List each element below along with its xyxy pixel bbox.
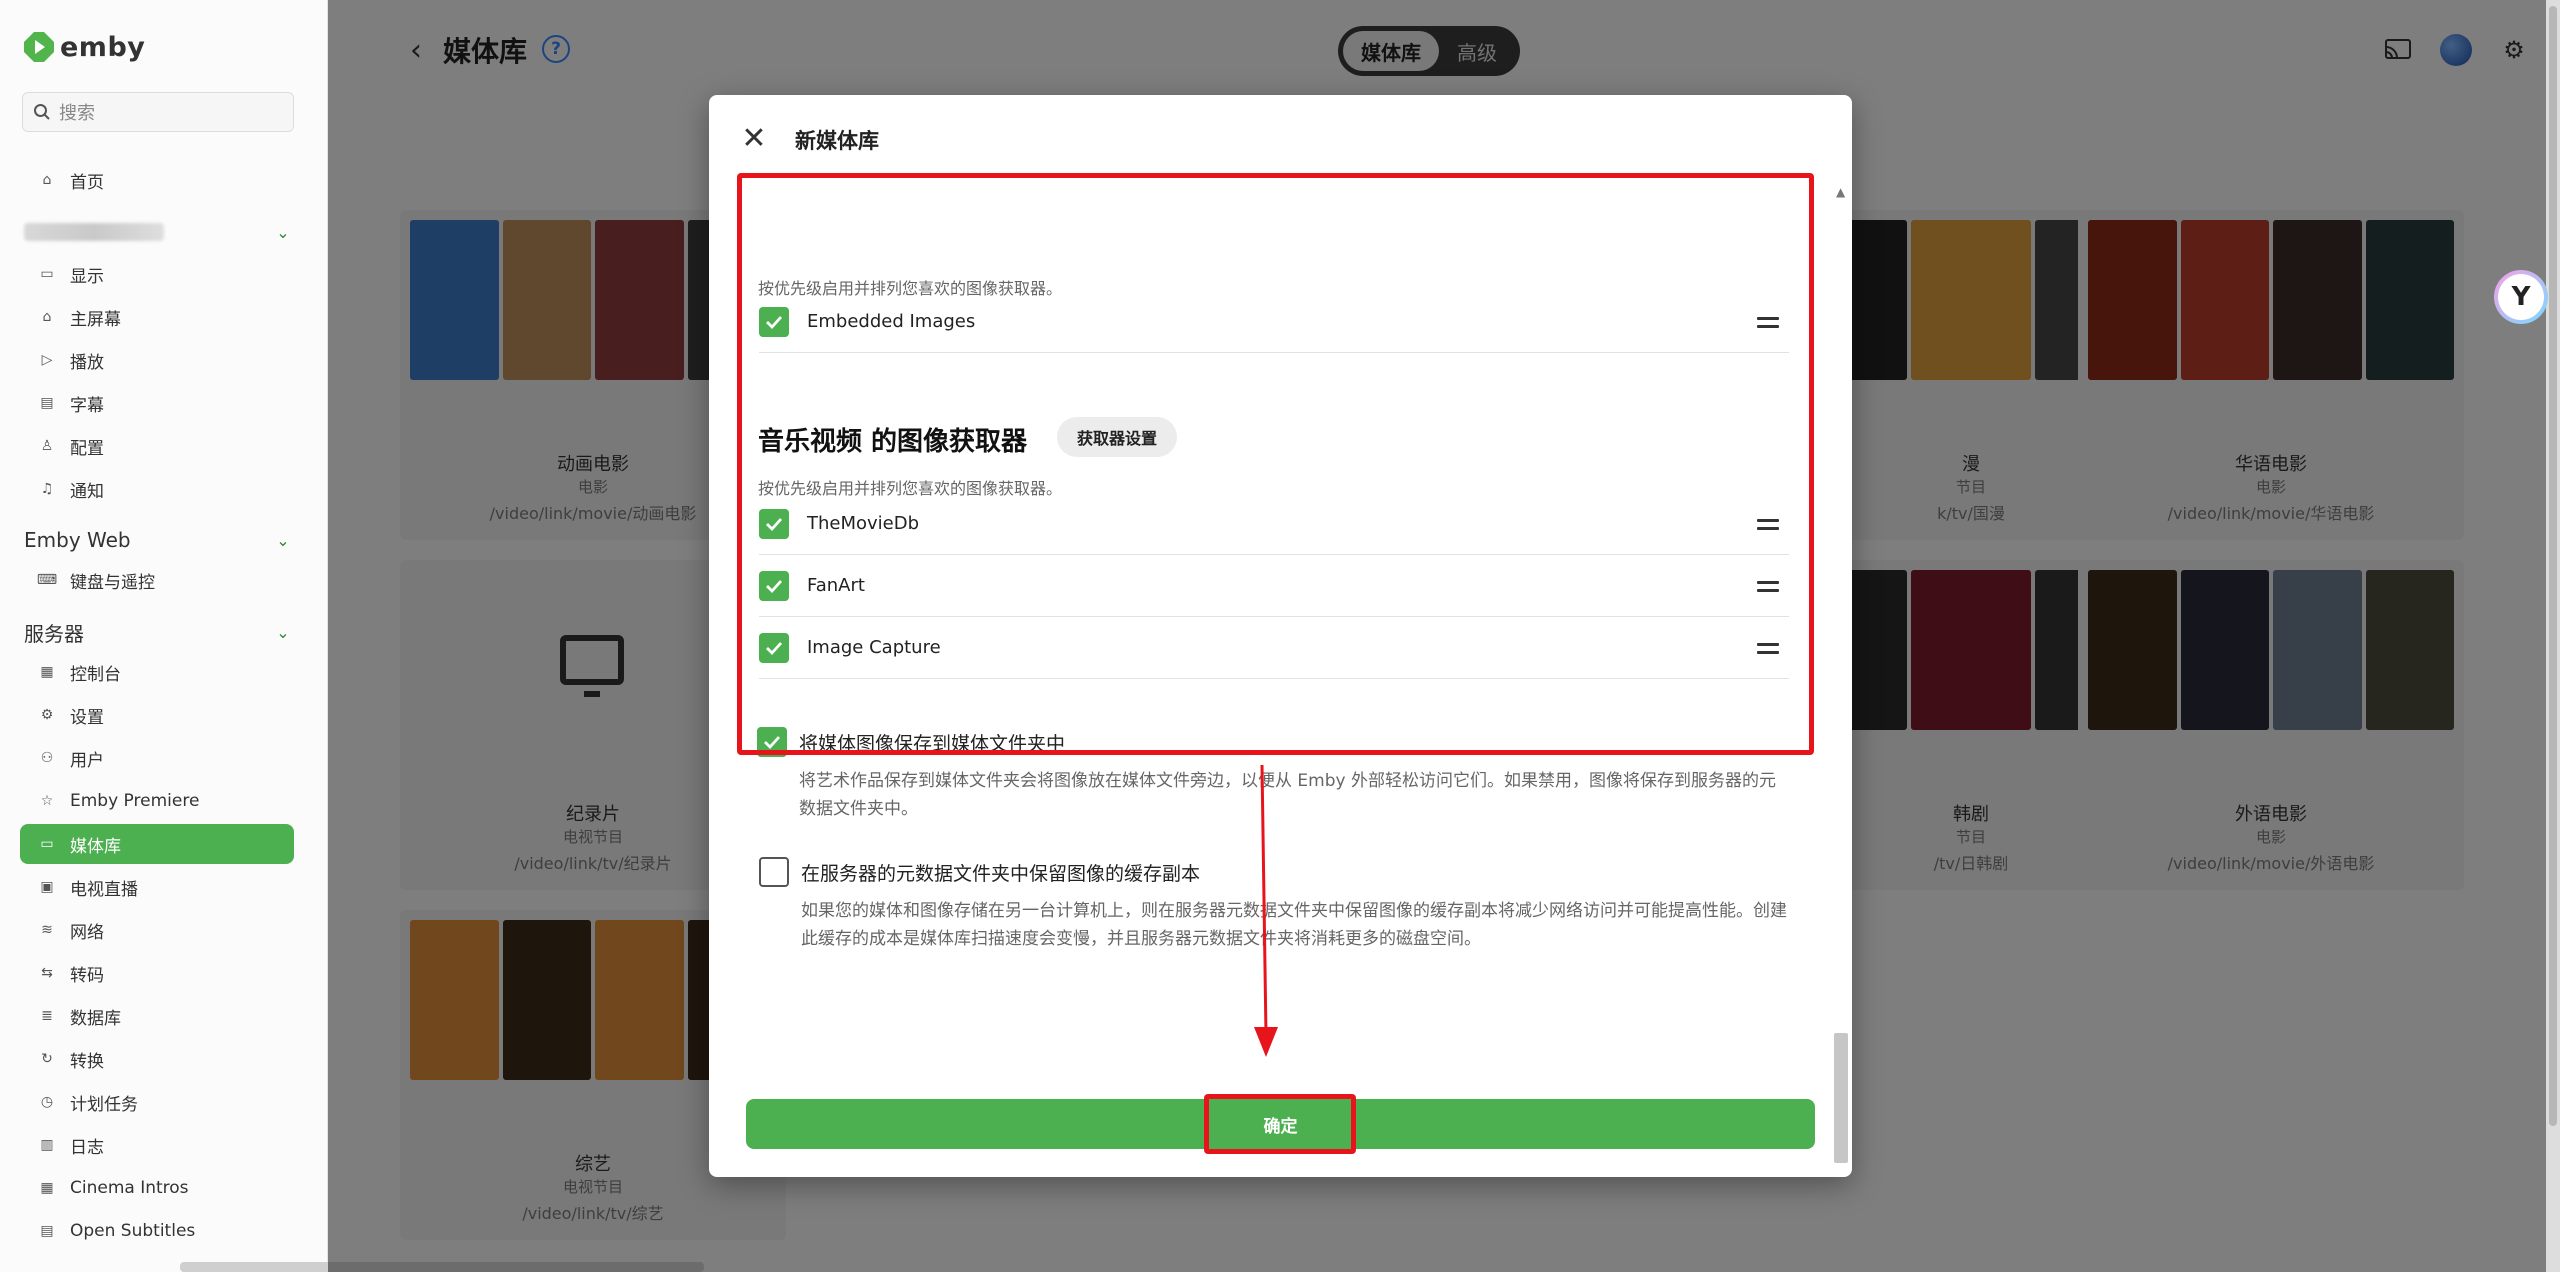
section-label: 服务器 xyxy=(24,621,84,646)
database-icon: ≣ xyxy=(41,1008,53,1024)
sidebar-item[interactable]: ≣ 数据库 xyxy=(20,996,294,1036)
chevron-down-icon: ⌄ xyxy=(276,222,290,242)
cache-copy-checkbox[interactable] xyxy=(759,857,789,887)
floating-assistant-icon[interactable]: Y xyxy=(2494,270,2548,324)
sidebar-item[interactable]: ▦ 控制台 xyxy=(20,652,294,692)
user-group-header[interactable]: ⌄ xyxy=(24,214,294,250)
sidebar-item[interactable]: ☆ Emby Premiere xyxy=(20,781,294,821)
sidebar-item-label: 键盘与遥控 xyxy=(70,572,155,593)
display-icon: ▭ xyxy=(40,266,54,282)
subtitles-icon: ▤ xyxy=(40,395,54,411)
play-icon: ▷ xyxy=(41,352,53,368)
home-icon: ⌂ xyxy=(42,172,52,188)
sidebar-item[interactable]: ▤ 字幕 xyxy=(20,383,294,423)
chevron-down-icon: ⌄ xyxy=(276,622,290,642)
home-icon: ⌂ xyxy=(42,309,52,325)
search-placeholder: 搜索 xyxy=(59,103,95,124)
sidebar-item-label: 配置 xyxy=(70,438,104,459)
sidebar-item[interactable]: ◷ 计划任务 xyxy=(20,1082,294,1122)
sidebar-item-label: 计划任务 xyxy=(70,1094,138,1115)
sidebar-item-label: 主屏幕 xyxy=(70,309,121,330)
sidebar-item-label: 转码 xyxy=(70,965,104,986)
sidebar-item-label: 媒体库 xyxy=(70,836,121,857)
sidebar-item[interactable]: ⚇ 用户 xyxy=(20,738,294,778)
sidebar-item[interactable]: ↻ 转换 xyxy=(20,1039,294,1079)
star-icon: ☆ xyxy=(40,793,54,809)
sidebar-item-label: Emby Premiere xyxy=(70,791,200,811)
chevron-down-icon: ⌄ xyxy=(276,530,290,550)
dialog-scrollbar[interactable]: ▲ xyxy=(1833,185,1849,1163)
sidebar-item[interactable]: ⚙ 设置 xyxy=(20,695,294,735)
emby-logo-icon xyxy=(24,32,54,62)
server-header[interactable]: 服务器 ⌄ xyxy=(24,614,294,650)
transcode-icon: ⇆ xyxy=(41,965,53,981)
sidebar-item-label: 转换 xyxy=(70,1051,104,1072)
sidebar-item-label: 控制台 xyxy=(70,664,121,685)
log-icon: ▥ xyxy=(40,1137,54,1153)
option-label: 在服务器的元数据文件夹中保留图像的缓存副本 xyxy=(801,862,1201,885)
film-icon: ▦ xyxy=(40,1180,54,1196)
sidebar-item[interactable]: ♫ 通知 xyxy=(20,469,294,509)
sidebar-item[interactable]: ≋ 网络 xyxy=(20,910,294,950)
username-redacted xyxy=(24,223,164,241)
sidebar-item-label: 显示 xyxy=(70,266,104,287)
sidebar-item[interactable]: ⇆ 转码 xyxy=(20,953,294,993)
sidebar-item-label: Cinema Intros xyxy=(70,1178,189,1198)
sidebar-item-home[interactable]: ⌂ 首页 xyxy=(20,160,294,200)
users-icon: ⚇ xyxy=(40,750,54,766)
sidebar-item-label: 数据库 xyxy=(70,1008,121,1029)
wifi-icon: ≋ xyxy=(41,922,53,938)
folder-icon: ▭ xyxy=(40,836,54,852)
sidebar: emby 搜索 ⌂ 首页 ⌄ ▭ 显示 ⌂ 主屏幕 ▷ 播放 ▤ 字幕 ♙ 配置 ♫ 通知 Emby … xyxy=(0,0,328,1272)
sidebar-item-label: 日志 xyxy=(70,1137,104,1158)
option-description: 将艺术作品保存到媒体文件夹会将图像放在媒体文件旁边，以便从 Emby 外部轻松访… xyxy=(799,771,1776,819)
profile-icon: ♙ xyxy=(40,438,54,454)
search-input[interactable]: 搜索 xyxy=(22,92,294,132)
dialog-title: 新媒体库 xyxy=(795,129,879,153)
sidebar-item[interactable]: ▣ 电视直播 xyxy=(20,867,294,907)
sidebar-item-label: 网络 xyxy=(70,922,104,943)
sidebar-item-label: 字幕 xyxy=(70,395,104,416)
annotation-arrow xyxy=(1254,765,1278,1057)
sidebar-item[interactable]: ⌂ 主屏幕 xyxy=(20,297,294,337)
sidebar-item[interactable]: ▷ 播放 xyxy=(20,340,294,380)
convert-icon: ↻ xyxy=(41,1051,53,1067)
sidebar-item-label: 设置 xyxy=(70,707,104,728)
subtitles-icon: ▤ xyxy=(40,1223,54,1239)
dashboard-icon: ▦ xyxy=(40,664,54,680)
sidebar-item-label: 通知 xyxy=(70,481,104,502)
search-icon xyxy=(34,104,50,120)
close-icon[interactable]: ✕ xyxy=(739,121,769,156)
sidebar-item-label: 首页 xyxy=(70,172,104,193)
logo-text: emby xyxy=(60,31,146,63)
sidebar-item[interactable]: ▦ Cinema Intros xyxy=(20,1168,294,1208)
page-scrollbar[interactable] xyxy=(2546,0,2560,1272)
sidebar-item-label: 用户 xyxy=(70,750,104,771)
sidebar-item[interactable]: ▭ 显示 xyxy=(20,254,294,294)
gear-icon: ⚙ xyxy=(40,707,54,723)
sidebar-item[interactable]: ▤ Open Subtitles xyxy=(20,1211,294,1251)
annotation-highlight-box xyxy=(737,173,1814,755)
clock-icon: ◷ xyxy=(40,1094,54,1110)
sidebar-item-label: Open Subtitles xyxy=(70,1221,196,1241)
section-label: Emby Web xyxy=(24,528,131,552)
app-root: emby 搜索 ⌂ 首页 ⌄ ▭ 显示 ⌂ 主屏幕 ▷ 播放 ▤ 字幕 ♙ 配置 ♫ 通知 Emby … xyxy=(0,0,2560,1272)
emby-logo[interactable]: emby xyxy=(24,30,145,64)
sidebar-item-label: 播放 xyxy=(70,352,104,373)
keyboard-icon: ⌨ xyxy=(36,572,58,588)
sidebar-item[interactable]: ⌨ 键盘与遥控 xyxy=(20,560,294,600)
sidebar-item[interactable]: ▥ 日志 xyxy=(20,1125,294,1165)
sidebar-item[interactable]: ▭ 媒体库 xyxy=(20,824,294,864)
sidebar-item-label: 电视直播 xyxy=(70,879,138,900)
tv-icon: ▣ xyxy=(40,879,54,895)
option-description: 如果您的媒体和图像存储在另一台计算机上，则在服务器元数据文件夹中保留图像的缓存副… xyxy=(801,901,1787,949)
bell-icon: ♫ xyxy=(40,481,54,497)
emby-web-header[interactable]: Emby Web ⌄ xyxy=(24,522,294,558)
annotation-button-box xyxy=(1204,1094,1356,1154)
sidebar-item[interactable]: ♙ 配置 xyxy=(20,426,294,466)
